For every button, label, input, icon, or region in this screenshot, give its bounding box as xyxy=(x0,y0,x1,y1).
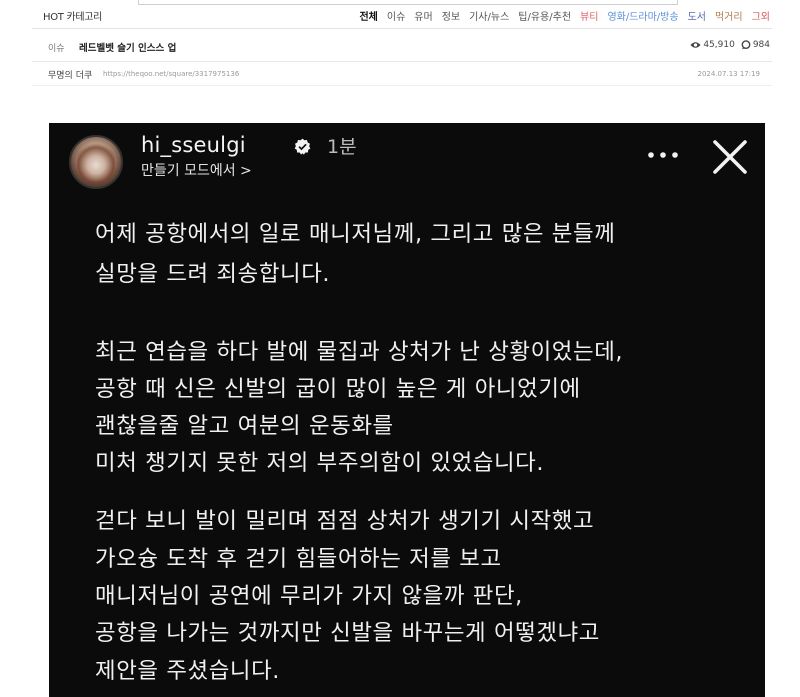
comment-icon xyxy=(741,40,751,50)
story-text-line: 가오슝 도착 후 걷기 힘들어하는 저를 보고 xyxy=(95,546,502,572)
post-date: 2024.07.13 17:19 xyxy=(697,70,760,78)
story-text-line: 매니저님이 공연에 무리가 가지 않을까 판단, xyxy=(95,583,523,609)
nav-divider xyxy=(32,28,772,29)
story-text-line: 실망을 드려 죄송합니다. xyxy=(95,261,331,287)
post-meta: 무명의 더쿠 https://theqoo.net/square/3317975… xyxy=(32,65,772,83)
views-count: 45,910 xyxy=(703,40,735,50)
story-text-line: 공항 때 신은 신발의 굽이 많이 높은 게 아니었기에 xyxy=(95,376,581,402)
avatar-photo xyxy=(77,143,115,183)
nav-tab[interactable]: 유머 xyxy=(414,8,432,23)
avatar xyxy=(69,135,123,189)
comments-stat: 984 xyxy=(741,40,770,50)
nav-tab[interactable]: 팁/유용/추천 xyxy=(518,8,571,23)
post-header: 이슈 레드벨벳 슬기 인스스 업 45,910 984 xyxy=(32,36,772,58)
verified-badge-icon xyxy=(294,138,311,155)
post-stats: 45,910 984 xyxy=(690,40,770,50)
post-category[interactable]: 이슈 xyxy=(48,41,65,54)
story-text-line: 어제 공항에서의 일로 매니저님께, 그리고 많은 분들께 xyxy=(95,221,616,247)
close-icon[interactable] xyxy=(710,137,750,177)
story-text-line: 걷다 보니 발이 밀리며 점점 상처가 생기기 시작했고 xyxy=(95,508,595,534)
more-options-icon[interactable] xyxy=(646,145,680,165)
post-title: 레드벨벳 슬기 인스스 업 xyxy=(79,43,177,54)
nav-tab[interactable]: 뷰티 xyxy=(580,8,598,23)
post-url[interactable]: https://theqoo.net/square/3317975136 xyxy=(103,70,239,78)
story-text-line: 공항을 나가는 것까지만 신발을 바꾸는게 어떻겠냐고 xyxy=(95,620,600,646)
post-author[interactable]: 무명의 더쿠 xyxy=(48,68,92,81)
story-time: 1분 xyxy=(327,136,357,158)
story-text-line: 최근 연습을 하다 발에 물집과 상처가 난 상황이었는데, xyxy=(95,339,624,365)
nav-tab[interactable]: 전체 xyxy=(359,8,377,23)
nav-tab[interactable]: 도서 xyxy=(688,8,706,23)
nav-tab[interactable]: 먹거리 xyxy=(715,8,743,23)
comments-count: 984 xyxy=(752,40,770,50)
story-subtitle[interactable]: 만들기 모드에서 > xyxy=(141,160,252,180)
eye-icon xyxy=(690,42,701,48)
nav-tab[interactable]: 정보 xyxy=(442,8,460,23)
meta-divider xyxy=(32,85,772,86)
story-text-line: 제안을 주셨습니다. xyxy=(95,658,281,684)
nav-tab[interactable]: 기사/뉴스 xyxy=(469,8,509,23)
story-text-line: 미처 챙기지 못한 저의 부주의함이 있었습니다. xyxy=(95,450,545,476)
category-tabs: 전체 이슈 유머 정보 기사/뉴스 팁/유용/추천 뷰티 영화/드라마/방송 도서 먹거리 그외 xyxy=(359,8,770,23)
header-divider xyxy=(32,61,772,62)
hot-category-label: HOT 카테고리 xyxy=(43,12,103,23)
nav-tab[interactable]: 영화/드라마/방송 xyxy=(607,8,678,23)
category-nav: HOT 카테고리 전체 이슈 유머 정보 기사/뉴스 팁/유용/추천 뷰티 영화/드라마/방송… xyxy=(0,0,800,28)
nav-tab[interactable]: 그외 xyxy=(752,8,770,23)
instagram-story-image: hi_sseulgi 1분 만들기 모드에서 > 어제 공항에서의 일로 매니저… xyxy=(49,123,765,697)
nav-tab[interactable]: 이슈 xyxy=(387,8,405,23)
story-text-line: 괜찮을줄 알고 여분의 운동화를 xyxy=(95,413,394,439)
story-username: hi_sseulgi xyxy=(141,133,246,157)
views-stat: 45,910 xyxy=(690,40,735,50)
